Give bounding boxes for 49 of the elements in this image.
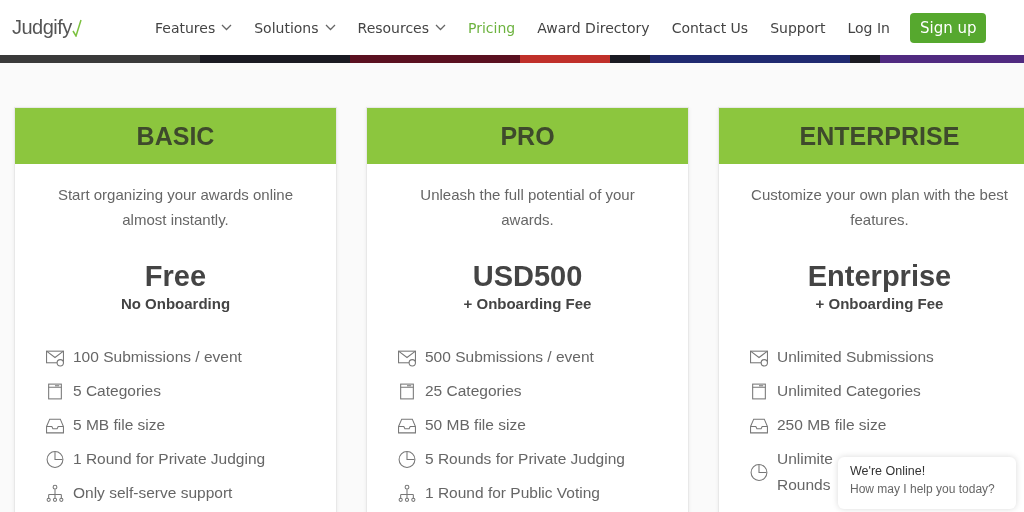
chevron-icon xyxy=(324,24,336,31)
hierarchy-icon xyxy=(45,483,65,503)
nav-link[interactable]: Resources xyxy=(357,19,430,36)
feature-text: 500 Submissions / event xyxy=(425,347,594,367)
plan-description: Customize your own plan with the best features. xyxy=(750,185,1009,230)
plan-price: Free xyxy=(143,259,208,294)
plan-name: ENTERPRISE xyxy=(799,121,960,151)
box-icon xyxy=(45,381,65,401)
hierarchy-icon xyxy=(397,483,417,503)
nav-link[interactable]: Log In xyxy=(847,19,890,36)
chevron-icon xyxy=(221,24,233,31)
box-icon xyxy=(749,381,769,401)
box-icon xyxy=(397,381,417,401)
nav-link[interactable]: Solutions xyxy=(254,19,319,36)
chat-title: We're Online! xyxy=(850,464,927,478)
feature-text: 100 Submissions / event xyxy=(73,347,242,367)
feature-text: Only self-serve support xyxy=(73,483,233,503)
feature-text: Unlimite Rounds xyxy=(777,449,833,495)
chat-message: How may I help you today? xyxy=(850,482,996,496)
plan-description: Start organizing your awards online almost instantly. xyxy=(56,185,295,230)
plan-price: USD500 xyxy=(471,259,584,294)
checkmark-icon xyxy=(71,18,82,37)
feature-text: 50 MB file size xyxy=(425,415,526,435)
chat-popup[interactable]: We're Online! How may I help you today? xyxy=(838,457,1016,509)
pie-chart-icon xyxy=(45,449,65,469)
feature-text: 5 Categories xyxy=(73,381,161,401)
nav-link[interactable]: Award Directory xyxy=(537,19,650,36)
nav-link[interactable]: Features xyxy=(155,19,216,36)
price-note: No Onboarding xyxy=(119,294,232,314)
plan-name: BASIC xyxy=(136,121,215,151)
plan-description: Unleash the full potential of your awards. xyxy=(419,185,636,230)
feature-text: 250 MB file size xyxy=(777,415,887,435)
feature-text: 25 Categories xyxy=(425,381,522,401)
plan-price: Enterprise xyxy=(806,259,953,294)
price-note: + Onboarding Fee xyxy=(814,294,945,314)
feature-text: 1 Round for Public Voting xyxy=(425,483,600,503)
feature-text: Unlimited Submissions xyxy=(777,347,934,367)
logo-text[interactable]: Judgify xyxy=(12,16,72,39)
feature-text: 5 MB file size xyxy=(73,415,166,435)
feature-text: Unlimited Categories xyxy=(777,381,921,401)
price-note: + Onboarding Fee xyxy=(462,294,593,314)
chevron-icon xyxy=(435,24,447,31)
feature-text: 5 Rounds for Private Judging xyxy=(425,449,625,469)
plan-name: PRO xyxy=(500,121,555,151)
pie-chart-icon xyxy=(749,462,769,482)
nav-link[interactable]: Support xyxy=(770,19,826,36)
nav-link[interactable]: Contact Us xyxy=(671,19,749,36)
feature-text: 1 Round for Private Judging xyxy=(73,449,266,469)
pie-chart-icon xyxy=(397,449,417,469)
